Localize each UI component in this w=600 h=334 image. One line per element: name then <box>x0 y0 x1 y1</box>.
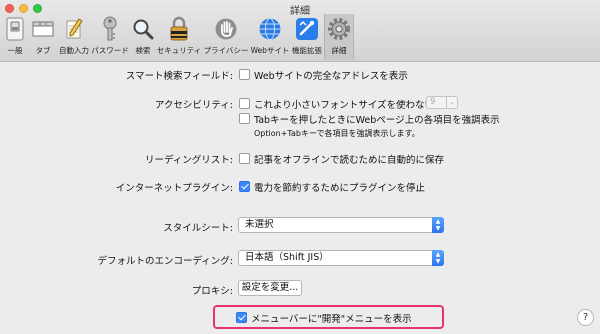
hand-icon <box>213 16 239 42</box>
tab-autofill[interactable]: 自動入力 <box>58 14 90 60</box>
gear-icon <box>326 16 352 42</box>
tab-label: 機能拡張 <box>292 46 322 55</box>
tabs-icon <box>30 16 56 42</box>
tab-label: セキュリティ <box>156 46 202 55</box>
tab-advanced[interactable]: 詳細 <box>324 14 354 60</box>
tab-label: 一般 <box>7 46 23 55</box>
title-bar: 詳細 一般 タブ 自動入力 パスワード 検索 セキュリティ プライバシー Web… <box>0 0 600 62</box>
plugins-power-saver-checkbox[interactable] <box>239 181 250 192</box>
tab-highlight-checkbox[interactable] <box>239 113 250 124</box>
stylesheet-value: 未選択 <box>245 219 274 230</box>
min-font-size-value: 9 <box>430 97 436 107</box>
smart-search-label: スマート検索フィールド: <box>125 71 233 82</box>
tab-highlight-option[interactable]: Tabキーを押したときにWebページ上の各項目を強調表示 <box>254 112 500 126</box>
tab-label: パスワード <box>91 46 129 55</box>
updown-arrows-icon: ▲ ▼ <box>432 250 444 266</box>
tab-search[interactable]: 検索 <box>130 14 156 60</box>
reading-list-label: リーディングリスト: <box>144 155 233 166</box>
tab-label: 検索 <box>135 46 151 55</box>
stylesheet-label: スタイルシート: <box>163 223 233 234</box>
tab-label: 自動入力 <box>59 46 89 55</box>
advanced-settings-pane: スマート検索フィールド: Webサイトの完全なアドレスを表示 アクセシビリティ:… <box>0 63 600 334</box>
min-font-size-select[interactable]: 9 ⌄ <box>426 96 458 109</box>
smart-search-checkbox[interactable] <box>239 69 250 80</box>
key-icon <box>97 16 123 42</box>
proxy-label: プロキシ: <box>191 286 233 297</box>
min-font-size-option[interactable]: これより小さいフォントサイズを使わない: <box>254 97 437 111</box>
tab-label: 詳細 <box>331 46 347 55</box>
tab-general[interactable]: 一般 <box>2 14 28 60</box>
tab-security[interactable]: セキュリティ <box>156 14 202 60</box>
tab-label: Webサイト <box>250 46 290 55</box>
plugins-power-saver-option[interactable]: 電力を節約するためにプラグインを停止 <box>254 180 425 194</box>
change-proxy-settings-button[interactable]: 設定を変更... <box>238 280 302 296</box>
reading-list-checkbox[interactable] <box>239 153 250 164</box>
tab-extensions[interactable]: 機能拡張 <box>290 14 324 60</box>
encoding-label: デフォルトのエンコーディング: <box>97 256 233 267</box>
general-switch-icon <box>2 16 28 42</box>
padlock-icon <box>166 16 192 42</box>
magnifier-icon <box>130 16 156 42</box>
updown-arrows-icon: ▲ ▼ <box>432 217 444 233</box>
chevron-down-icon: ⌄ <box>446 97 457 108</box>
develop-menu-checkbox[interactable] <box>236 312 247 323</box>
safari-preferences-window: 詳細 一般 タブ 自動入力 パスワード 検索 セキュリティ プライバシー Web… <box>0 0 600 334</box>
plugins-label: インターネットプラグイン: <box>115 183 233 194</box>
encoding-value: 日本語（Shift JIS） <box>245 252 329 263</box>
preferences-toolbar: 一般 タブ 自動入力 パスワード 検索 セキュリティ プライバシー Webサイト… <box>2 14 354 60</box>
tab-websites[interactable]: Webサイト <box>250 14 290 60</box>
globe-icon <box>257 16 283 42</box>
stylesheet-select[interactable]: 未選択 ▲ ▼ <box>238 217 444 233</box>
encoding-select[interactable]: 日本語（Shift JIS） ▲ ▼ <box>238 250 444 266</box>
tab-label: タブ <box>35 46 51 55</box>
smart-search-option[interactable]: Webサイトの完全なアドレスを表示 <box>254 68 408 82</box>
extensions-icon <box>294 16 320 42</box>
min-font-size-checkbox[interactable] <box>239 98 250 109</box>
tab-label: プライバシー <box>203 46 249 55</box>
tab-tabs[interactable]: タブ <box>28 14 58 60</box>
develop-menu-option[interactable]: メニューバーに"開発"メニューを表示 <box>251 311 412 325</box>
accessibility-label: アクセシビリティ: <box>154 100 233 111</box>
tab-privacy[interactable]: プライバシー <box>202 14 250 60</box>
autofill-pencil-icon <box>61 16 87 42</box>
tab-passwords[interactable]: パスワード <box>90 14 130 60</box>
tab-highlight-note: Option+Tabキーで各項目を強調表示します。 <box>254 129 420 138</box>
help-button[interactable]: ? <box>577 309 594 326</box>
reading-list-option[interactable]: 記事をオフラインで読むために自動的に保存 <box>254 152 444 166</box>
